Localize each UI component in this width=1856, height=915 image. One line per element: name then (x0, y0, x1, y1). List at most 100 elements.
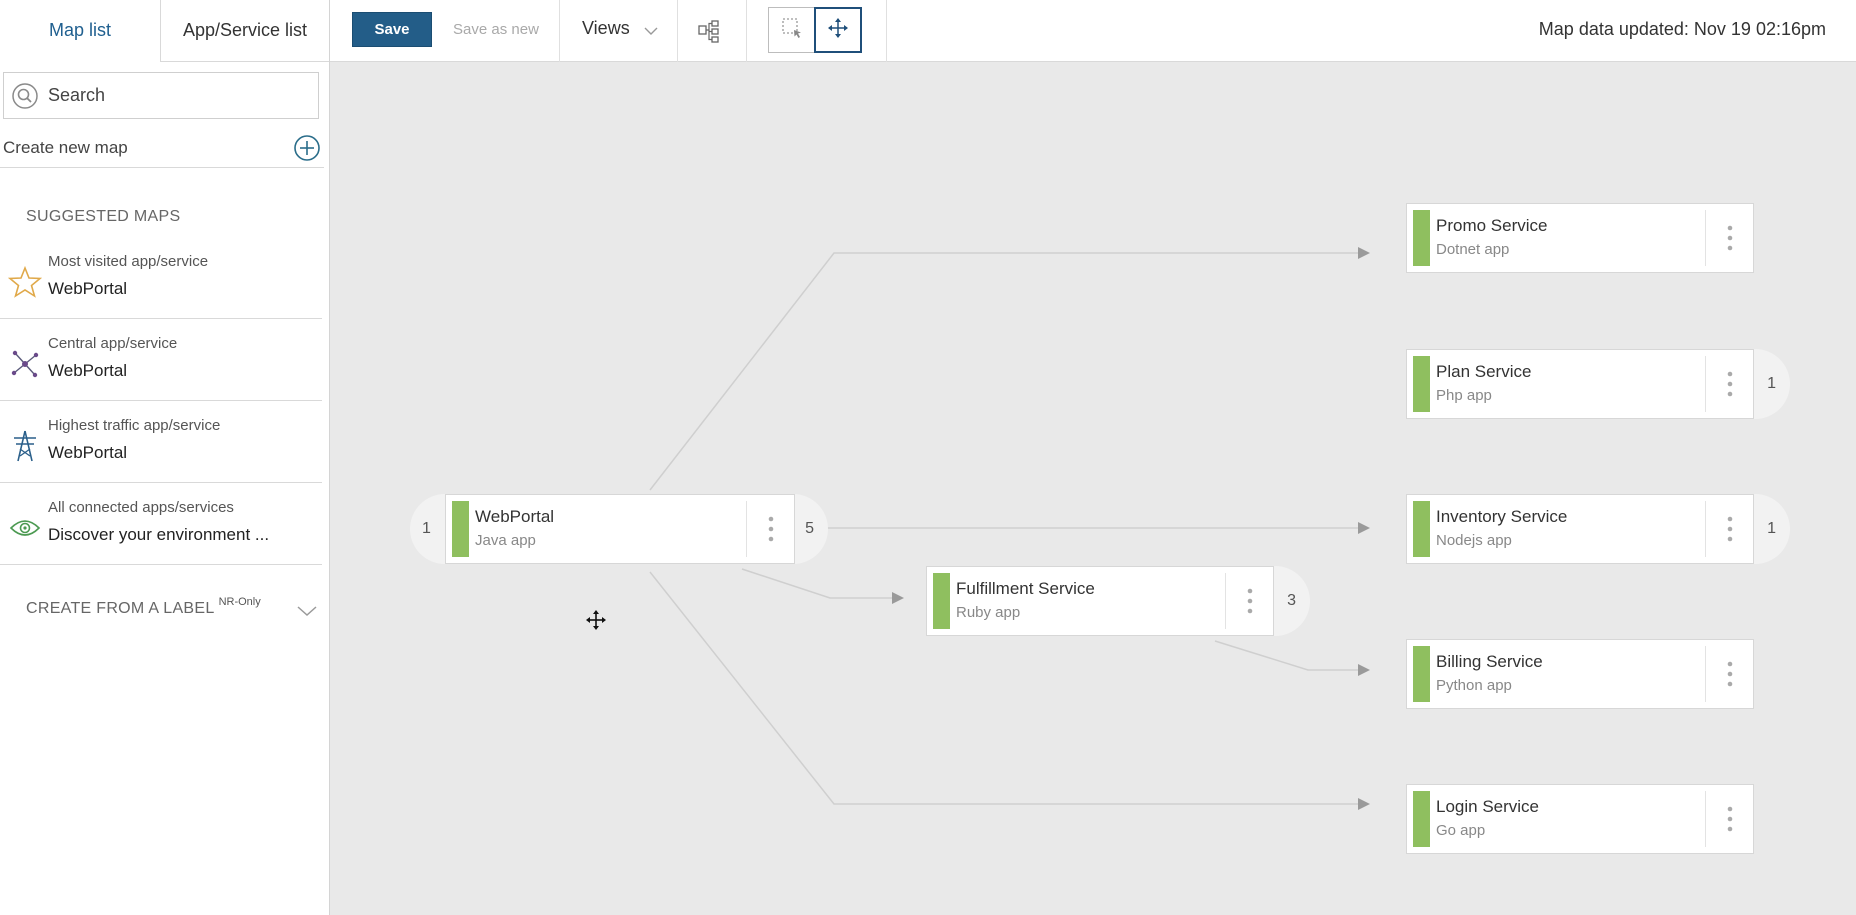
node-type: Ruby app (956, 604, 1021, 621)
node-name: Fulfillment Service (956, 579, 1095, 598)
network-hub-icon (8, 347, 42, 381)
move-cursor-icon (586, 610, 606, 630)
node-inventory-service[interactable]: Inventory Service Nodejs app (1406, 494, 1754, 564)
node-type: Nodejs app (1436, 532, 1512, 549)
status-bar (1413, 646, 1430, 702)
create-new-map-label: Create new map (3, 137, 128, 157)
search-box (3, 72, 319, 119)
more-vert-icon[interactable] (1225, 573, 1273, 629)
edge-promo (649, 252, 1358, 491)
power-tower-icon (8, 429, 42, 463)
views-dropdown[interactable]: Views (582, 18, 658, 39)
status-bar (933, 573, 950, 629)
arrow-billing (1358, 664, 1370, 676)
tab-map-list[interactable]: Map list (0, 0, 161, 62)
more-vert-icon[interactable] (1705, 646, 1753, 702)
node-name: Promo Service (1436, 216, 1548, 235)
toolbar-divider (677, 0, 678, 62)
webportal-right-count[interactable]: 5 (805, 520, 814, 538)
edge-fulfillment (741, 568, 892, 599)
search-input[interactable] (48, 85, 308, 106)
node-text: WebPortal Java app (469, 495, 746, 563)
chevron-down-icon (644, 22, 658, 36)
marquee-select-icon (781, 17, 803, 44)
node-billing-service[interactable]: Billing Service Python app (1406, 639, 1754, 709)
fulfillment-count[interactable]: 3 (1287, 592, 1296, 610)
save-as-new-button[interactable]: Save as new (446, 12, 546, 47)
views-label: Views (582, 18, 630, 38)
more-vert-icon[interactable] (1705, 356, 1753, 412)
sidebar: Map list App/Service list Create new map… (0, 0, 330, 915)
plus-circle-icon[interactable] (293, 134, 321, 162)
pan-mode-button[interactable] (814, 7, 862, 53)
toolbar-divider (559, 0, 560, 62)
node-type: Php app (1436, 387, 1492, 404)
more-vert-icon[interactable] (1705, 501, 1753, 557)
toolbar-divider (746, 0, 747, 62)
suggested-item-caption: Highest traffic app/service (48, 417, 221, 434)
chevron-down-icon[interactable] (296, 600, 318, 622)
create-from-label[interactable]: CREATE FROM A LABEL NR-Only (26, 596, 318, 630)
search-icon (10, 81, 40, 111)
node-fulfillment-service[interactable]: Fulfillment Service Ruby app (926, 566, 1274, 636)
node-name: Plan Service (1436, 362, 1532, 381)
node-type: Dotnet app (1436, 241, 1510, 258)
status-bar (1413, 501, 1430, 557)
node-login-service[interactable]: Login Service Go app (1406, 784, 1754, 854)
suggested-map-all-connected[interactable]: All connected apps/services Discover you… (0, 483, 322, 565)
status-bar (1413, 210, 1430, 266)
nr-only-badge: NR-Only (218, 596, 261, 608)
node-plan-service[interactable]: Plan Service Php app (1406, 349, 1754, 419)
toolbar-divider (886, 0, 887, 62)
node-type: Python app (1436, 677, 1512, 694)
suggested-item-title: WebPortal (48, 279, 128, 298)
node-text: Promo Service Dotnet app (1430, 204, 1705, 272)
node-text: Login Service Go app (1430, 785, 1705, 853)
arrow-fulfillment (892, 592, 904, 604)
suggested-map-most-visited[interactable]: Most visited app/service WebPortal (0, 237, 322, 319)
more-vert-icon[interactable] (1705, 791, 1753, 847)
tab-app-service-list[interactable]: App/Service list (161, 0, 329, 61)
interaction-mode-group (768, 7, 862, 53)
suggested-item-title: Discover your environment ... (48, 525, 270, 544)
more-vert-icon[interactable] (1705, 210, 1753, 266)
node-text: Fulfillment Service Ruby app (950, 567, 1225, 635)
eye-icon (8, 511, 42, 545)
arrow-inventory (1358, 522, 1370, 534)
layout-tree-icon[interactable] (687, 9, 731, 53)
node-name: WebPortal (475, 507, 555, 526)
sidebar-tabs: Map list App/Service list (0, 0, 329, 62)
suggested-map-central[interactable]: Central app/service WebPortal (0, 319, 322, 401)
node-webportal[interactable]: WebPortal Java app (445, 494, 795, 564)
suggested-item-caption: All connected apps/services (48, 499, 234, 516)
create-new-map[interactable]: Create new map (0, 128, 324, 168)
plan-count[interactable]: 1 (1767, 375, 1776, 393)
suggested-item-title: WebPortal (48, 443, 128, 462)
suggested-map-highest-traffic[interactable]: Highest traffic app/service WebPortal (0, 401, 322, 483)
suggested-item-caption: Central app/service (48, 335, 178, 352)
node-promo-service[interactable]: Promo Service Dotnet app (1406, 203, 1754, 273)
node-name: Inventory Service (1436, 507, 1568, 526)
more-vert-icon[interactable] (746, 501, 794, 557)
node-name: Login Service (1436, 797, 1540, 816)
suggested-maps-title: SUGGESTED MAPS (26, 208, 181, 225)
star-icon (8, 265, 42, 299)
select-area-button[interactable] (769, 8, 814, 52)
create-from-label-title: CREATE FROM A LABEL (26, 600, 215, 617)
node-name: Billing Service (1436, 652, 1543, 671)
node-text: Inventory Service Nodejs app (1430, 495, 1705, 563)
node-text: Plan Service Php app (1430, 350, 1705, 418)
toolbar: Save Save as new Views Map data updated:… (330, 0, 1856, 62)
suggested-item-title: WebPortal (48, 361, 128, 380)
webportal-left-count[interactable]: 1 (422, 520, 431, 538)
node-type: Go app (1436, 822, 1486, 839)
arrow-login (1358, 798, 1370, 810)
edge-billing (1214, 640, 1358, 671)
status-bar (1413, 791, 1430, 847)
node-type: Java app (475, 532, 536, 549)
arrow-promo (1358, 247, 1370, 259)
status-bar (1413, 356, 1430, 412)
map-canvas[interactable]: 1 5 WebPortal Java app Promo Service Dot… (330, 62, 1856, 915)
save-button[interactable]: Save (352, 12, 432, 47)
inventory-count[interactable]: 1 (1767, 520, 1776, 538)
